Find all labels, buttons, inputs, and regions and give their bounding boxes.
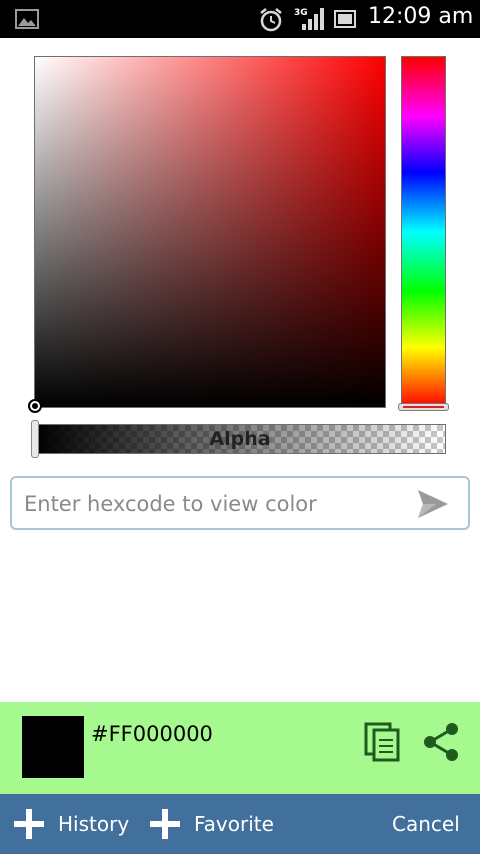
hex-input[interactable] — [24, 490, 404, 518]
cancel-label: Cancel — [392, 812, 460, 836]
plus-icon — [14, 809, 44, 839]
alarm-icon — [260, 8, 282, 32]
status-bar: 3G 12:09 am — [0, 0, 480, 38]
favorite-label: Favorite — [194, 812, 274, 836]
hex-value: #FF000000 — [91, 722, 213, 746]
copy-icon[interactable] — [364, 722, 400, 762]
hue-slider[interactable] — [401, 56, 446, 408]
result-panel: #FF000000 — [0, 702, 480, 794]
alpha-slider[interactable]: Alpha — [34, 424, 446, 454]
favorite-button[interactable]: Favorite — [150, 794, 274, 854]
alpha-label: Alpha — [209, 428, 271, 450]
network-type: 3G — [294, 8, 308, 18]
color-picker-screen: 3G 12:09 am Alpha #FF — [0, 0, 480, 854]
color-swatch — [22, 716, 84, 778]
gallery-icon — [15, 9, 39, 29]
sv-selector-handle[interactable] — [28, 399, 42, 413]
plus-icon — [150, 809, 180, 839]
history-label: History — [58, 812, 130, 836]
status-time: 12:09 am — [368, 4, 474, 29]
bottom-action-bar: History Favorite Cancel — [0, 794, 480, 854]
signal-icon: 3G — [294, 8, 324, 30]
share-icon[interactable] — [422, 722, 460, 762]
hex-input-box — [10, 476, 470, 530]
cancel-button[interactable]: Cancel — [392, 794, 460, 854]
alpha-slider-handle[interactable] — [31, 420, 39, 458]
history-button[interactable]: History — [14, 794, 129, 854]
hue-slider-handle[interactable] — [398, 403, 449, 411]
send-icon[interactable] — [416, 488, 450, 520]
battery-icon — [334, 10, 356, 28]
saturation-value-square[interactable] — [34, 56, 386, 408]
